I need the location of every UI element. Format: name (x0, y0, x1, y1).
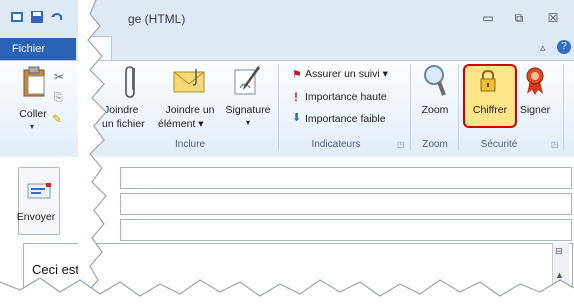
low-importance-button[interactable]: Importance faible (305, 113, 386, 125)
save-icon[interactable] (30, 10, 44, 24)
outlook-icon (11, 12, 23, 22)
follow-up-button[interactable]: Assurer un suivi ▾ (305, 68, 388, 80)
group-security-label: Sécurité (480, 139, 518, 150)
send-label[interactable]: Envoyer (4, 211, 68, 223)
high-importance-button[interactable]: Importance haute (305, 91, 387, 103)
paste-icon (23, 66, 45, 97)
attach-item-label-1[interactable]: Joindre un (158, 104, 222, 116)
torn-bottom-decoration (0, 277, 574, 306)
paperclip-icon (125, 66, 135, 98)
group-zoom-label: Zoom (422, 139, 448, 150)
cut-icon[interactable]: ✂ (54, 70, 64, 84)
copy-icon[interactable]: ⎘ (54, 92, 63, 105)
zoom-button[interactable]: Zoom (416, 104, 454, 116)
signature-dropdown-icon[interactable]: ▾ (222, 118, 274, 127)
send-button[interactable] (18, 167, 60, 235)
torn-edge-decoration (78, 0, 107, 306)
close-button[interactable]: ☒ (540, 8, 566, 28)
scroll-option-icon[interactable]: ⊟ (555, 246, 563, 257)
window-title: ge (HTML) (128, 12, 186, 26)
lock-icon (480, 69, 496, 92)
format-painter-icon[interactable]: ✎ (52, 112, 62, 126)
attach-item-icon (173, 69, 205, 93)
group-include-label: Inclure (174, 139, 205, 150)
minimize-ribbon-icon[interactable]: ▵ (540, 41, 546, 54)
low-importance-icon: ⬇ (292, 112, 302, 124)
sign-button[interactable]: Signer (516, 104, 554, 116)
to-field[interactable] (120, 167, 572, 189)
group-separator (278, 64, 279, 150)
paste-button[interactable]: Coller (8, 108, 58, 120)
security-dialog-launcher-icon[interactable]: ◳ (551, 140, 559, 149)
group-separator (563, 64, 564, 150)
encrypt-label[interactable]: Chiffrer (463, 104, 517, 116)
high-importance-icon: ! (294, 90, 298, 104)
group-separator (458, 64, 459, 150)
signature-icon (234, 66, 260, 95)
send-envelope-icon (27, 183, 51, 199)
ribbon-badge-icon (526, 67, 544, 95)
attach-item-label-2[interactable]: élément ▾ (158, 118, 222, 130)
flag-icon: ⚑ (292, 69, 302, 81)
tags-dialog-launcher-icon[interactable]: ◳ (397, 140, 405, 149)
tab-file[interactable]: Fichier (0, 38, 76, 60)
subject-field[interactable] (120, 219, 572, 241)
magnifier-icon (424, 65, 446, 96)
paste-dropdown-icon[interactable]: ▾ (30, 122, 34, 131)
cc-field[interactable] (120, 193, 572, 215)
help-icon[interactable]: ? (557, 40, 571, 54)
undo-icon[interactable] (50, 10, 64, 24)
restore-button[interactable]: ⧉ (506, 8, 532, 28)
signature-button[interactable]: Signature (222, 104, 274, 116)
minimize-button[interactable]: ▭ (475, 8, 501, 28)
group-tags-label: Indicateurs (311, 139, 361, 150)
group-separator (410, 64, 411, 150)
